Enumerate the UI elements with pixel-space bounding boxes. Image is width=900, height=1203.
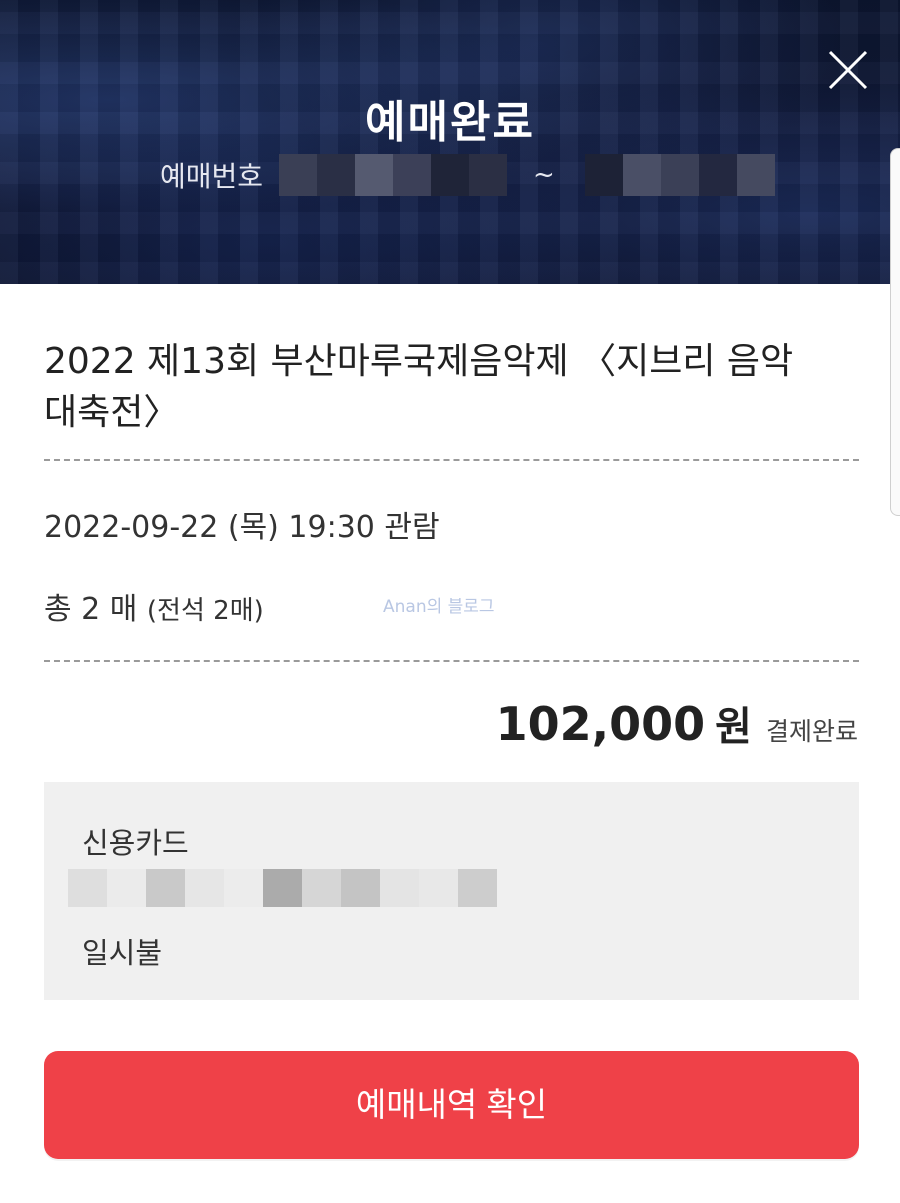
booking-number-redacted-end — [584, 154, 775, 196]
close-icon — [828, 50, 868, 90]
booking-number-row: 예매번호 ~ — [160, 150, 775, 200]
booking-number-redacted-start — [279, 154, 508, 196]
price-row: 102,000 원 결제완료 — [496, 694, 858, 752]
divider — [44, 459, 859, 461]
ticket-count: 총 2 매 (전석 2매) — [44, 584, 264, 628]
booking-number-label: 예매번호 — [160, 160, 264, 193]
payment-details-box: 신용카드 일시불 — [44, 782, 859, 1000]
page-title: 예매완료 — [365, 97, 535, 148]
payment-method: 신용카드 — [82, 826, 189, 860]
watermark: Anan의 블로그 — [383, 597, 495, 617]
ticket-seat-detail: (전석 2매) — [146, 596, 264, 626]
currency-label: 원 — [715, 704, 752, 750]
booking-number-separator: ~ — [533, 160, 555, 190]
card-number-redacted — [68, 869, 497, 907]
event-datetime: 2022-09-22 (목) 19:30 관람 — [44, 510, 440, 545]
ticket-count-total: 총 2 매 — [44, 592, 138, 627]
payment-amount: 102,000 — [495, 697, 706, 751]
header-banner: 예매완료 예매번호 ~ — [0, 0, 900, 284]
close-button[interactable] — [822, 44, 874, 96]
installment-type: 일시불 — [82, 936, 163, 970]
event-title: 2022 제13회 부산마루국제음악제 〈지브리 음악 대축전〉 — [44, 341, 794, 433]
view-booking-details-button[interactable]: 예매내역 확인 — [44, 1051, 859, 1159]
payment-status: 결제완료 — [765, 717, 858, 746]
side-scroll-handle[interactable] — [890, 148, 900, 516]
divider — [44, 660, 859, 662]
